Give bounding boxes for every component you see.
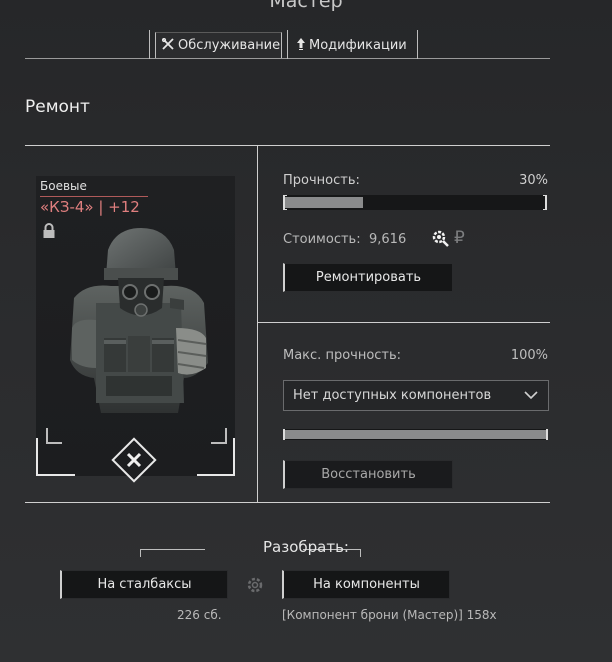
repair-button[interactable]: Ремонтировать <box>283 263 453 292</box>
bar-bracket-left <box>283 195 287 210</box>
section-title-repair: Ремонт <box>25 97 90 117</box>
tab-service[interactable]: Обслуживание <box>155 32 282 58</box>
tab-divider <box>417 30 418 59</box>
window-title: Мастер <box>269 0 343 12</box>
component-select[interactable]: Нет доступных компонентов <box>283 380 549 411</box>
card-frame-inner-corner <box>211 428 227 444</box>
durability-bar-fill <box>285 197 363 208</box>
chevron-down-icon <box>524 389 538 401</box>
ruble-icon: ₽ <box>454 228 465 248</box>
disassemble-stalbucks-button[interactable]: На сталбаксы <box>60 570 228 599</box>
panel-vertical-divider <box>257 145 258 502</box>
restore-button[interactable]: Восстановить <box>283 460 453 489</box>
lock-icon <box>42 223 56 239</box>
gear-icon <box>245 575 265 595</box>
max-durability-bar <box>283 429 548 440</box>
tab-modifications-label: Модификации <box>309 37 407 53</box>
panel-middle-divider <box>257 322 550 323</box>
cost-value: 9,616 <box>369 232 407 247</box>
item-category-underline <box>40 196 148 197</box>
tab-service-label: Обслуживание <box>178 38 281 53</box>
durability-value: 30% <box>519 173 548 188</box>
max-durability-bar-fill <box>284 430 547 439</box>
tab-modifications[interactable]: Модификации <box>291 32 416 58</box>
disassemble-title: Разобрать: <box>263 538 349 556</box>
cost-label: Стоимость: <box>283 232 361 247</box>
armor-image <box>66 228 211 423</box>
upgrade-arrow-icon <box>297 37 305 53</box>
item-category: Боевые <box>40 179 87 193</box>
wrench-cross-icon <box>122 448 146 472</box>
item-name: «КЗ-4» | +12 <box>40 198 140 216</box>
wrench-cross-icon <box>161 37 174 53</box>
max-durability-value: 100% <box>510 348 548 363</box>
card-frame-inner-corner <box>46 428 62 444</box>
bar-bracket-right <box>545 429 548 440</box>
stalbucks-amount: 226 сб. <box>177 608 222 622</box>
item-card[interactable]: Боевые «КЗ-4» | +12 <box>36 176 235 483</box>
component-select-value: Нет доступных компонентов <box>293 388 492 403</box>
panel-bottom-border <box>25 502 550 503</box>
max-durability-label: Макс. прочность: <box>283 348 402 363</box>
gear-magnifier-icon <box>431 229 449 247</box>
disassemble-components-button[interactable]: На компоненты <box>282 570 450 599</box>
bar-bracket-left <box>283 429 286 440</box>
components-result: [Компонент брони (Мастер)] 158x <box>282 608 497 622</box>
bar-bracket-right <box>543 195 547 210</box>
durability-bar <box>283 195 547 210</box>
durability-label: Прочность: <box>283 173 360 188</box>
tab-divider <box>149 30 150 59</box>
panel-top-border <box>25 145 550 146</box>
tab-divider <box>287 30 288 59</box>
